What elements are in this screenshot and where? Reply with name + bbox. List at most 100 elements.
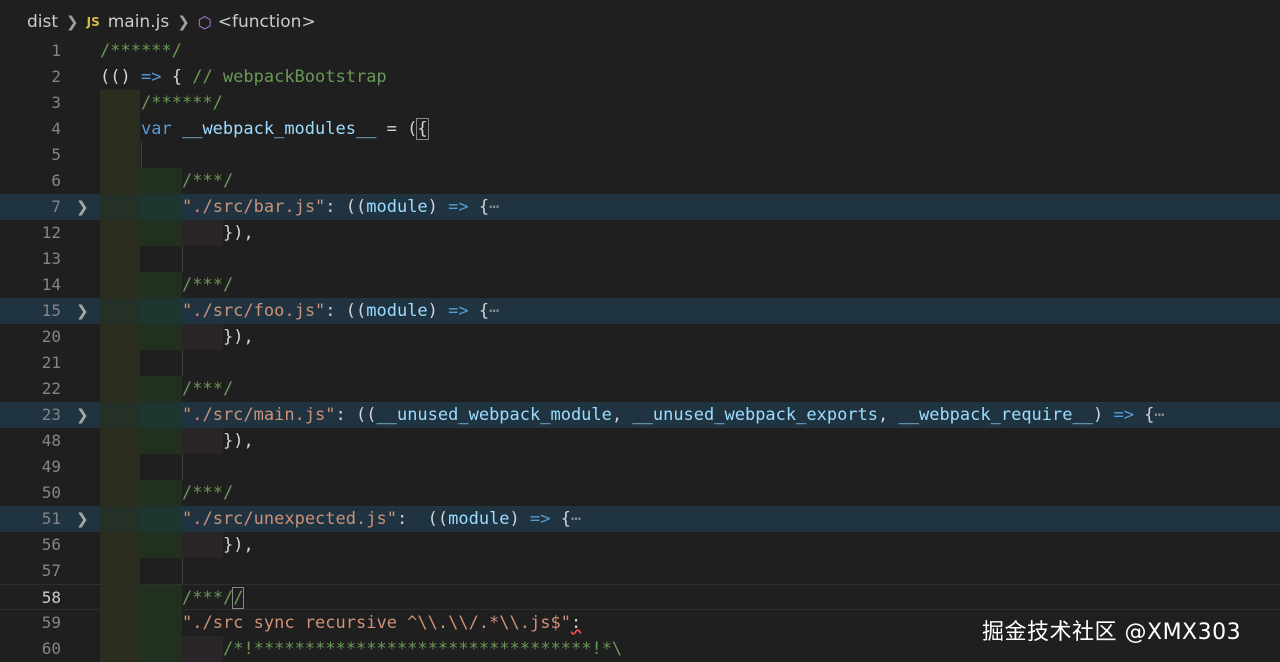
operator-token: = ( bbox=[376, 119, 418, 139]
indent-guide-band bbox=[140, 636, 182, 662]
code-line[interactable]: 48 }), bbox=[0, 428, 1280, 454]
code-line[interactable]: 23 ❯ "./src/main.js": ((__unused_webpack… bbox=[0, 402, 1280, 428]
code-line[interactable]: 13 bbox=[0, 246, 1280, 272]
punct-token: : (( bbox=[335, 405, 377, 425]
code-text: "./src/unexpected.js": ((module) => {⋯ bbox=[182, 506, 581, 532]
line-number: 5 bbox=[51, 145, 61, 164]
string-token: "./src/main.js" bbox=[182, 405, 336, 425]
code-line-current[interactable]: 58 /***// bbox=[0, 584, 1280, 611]
indent-guide-band bbox=[182, 636, 223, 662]
indent-guide-band bbox=[140, 376, 182, 402]
param-token: module bbox=[448, 509, 510, 529]
arrow-token: => bbox=[530, 509, 551, 529]
param-token: __webpack_require__ bbox=[898, 405, 1093, 425]
line-number: 20 bbox=[41, 327, 61, 346]
breadcrumb-file[interactable]: main.js bbox=[108, 12, 169, 32]
fold-chevron-icon[interactable]: ❯ bbox=[76, 506, 89, 532]
line-number: 6 bbox=[51, 171, 61, 190]
comment-token: /***/ bbox=[182, 483, 234, 503]
param-token: module bbox=[366, 301, 428, 321]
indent-guide-band bbox=[140, 220, 182, 246]
fold-chevron-icon[interactable]: ❯ bbox=[76, 194, 89, 220]
indent-guide bbox=[182, 246, 183, 272]
code-line[interactable]: 2 (() => { // webpackBootstrap bbox=[0, 64, 1280, 90]
param-token: module bbox=[366, 197, 428, 217]
line-number: 2 bbox=[51, 67, 61, 86]
collapsed-ellipsis[interactable]: ⋯ bbox=[489, 197, 499, 217]
comment-token: /******/ bbox=[141, 93, 223, 113]
indent-guide-band bbox=[182, 324, 223, 350]
comment-token: /******/ bbox=[100, 41, 182, 61]
code-line[interactable]: 51 ❯ "./src/unexpected.js": ((module) =>… bbox=[0, 506, 1280, 532]
indent-guide-band bbox=[140, 532, 182, 558]
code-line[interactable]: 1 /******/ bbox=[0, 38, 1280, 64]
code-text: (() => { // webpackBootstrap bbox=[100, 64, 387, 90]
indent-guide-band bbox=[100, 168, 140, 194]
comment-token: /***/ bbox=[182, 379, 234, 399]
code-line[interactable]: 56 }), bbox=[0, 532, 1280, 558]
breadcrumb-folder[interactable]: dist bbox=[27, 12, 58, 32]
indent-guide-band bbox=[100, 454, 140, 480]
fold-chevron-icon[interactable]: ❯ bbox=[76, 402, 89, 428]
indent-guide-band bbox=[100, 298, 140, 324]
indent-guide-band bbox=[140, 298, 182, 324]
line-number: 60 bbox=[41, 639, 61, 658]
arrow-token: => bbox=[448, 301, 469, 321]
arrow-token: => bbox=[1113, 405, 1134, 425]
code-text: var __webpack_modules__ = ({ bbox=[141, 116, 429, 142]
indent-guide-band bbox=[100, 558, 140, 584]
code-text: "./src/main.js": ((__unused_webpack_modu… bbox=[182, 402, 1165, 428]
brace-token: { bbox=[1133, 405, 1155, 425]
param-token: __unused_webpack_exports bbox=[632, 405, 879, 425]
code-line[interactable]: 49 bbox=[0, 454, 1280, 480]
code-text: "./src/foo.js": ((module) => {⋯ bbox=[182, 298, 499, 324]
code-line[interactable]: 4 var __webpack_modules__ = ({ bbox=[0, 116, 1280, 142]
punct-token: ) bbox=[427, 197, 449, 217]
collapsed-ellipsis[interactable]: ⋯ bbox=[489, 301, 499, 321]
code-text: "./src/bar.js": ((module) => {⋯ bbox=[182, 194, 499, 220]
line-number: 57 bbox=[41, 561, 61, 580]
line-number: 56 bbox=[41, 535, 61, 554]
code-line[interactable]: 20 }), bbox=[0, 324, 1280, 350]
watermark: 掘金技术社区 @XMX303 bbox=[982, 620, 1242, 645]
indent-guide-band bbox=[100, 246, 140, 272]
code-line[interactable]: 50 /***/ bbox=[0, 480, 1280, 506]
collapsed-ellipsis[interactable]: ⋯ bbox=[1154, 405, 1164, 425]
matched-bracket: { bbox=[416, 118, 429, 140]
indent-guide-band bbox=[140, 610, 182, 636]
indent-guide-band bbox=[100, 220, 140, 246]
code-line[interactable]: 12 }), bbox=[0, 220, 1280, 246]
code-line[interactable]: 15 ❯ "./src/foo.js": ((module) => {⋯ bbox=[0, 298, 1280, 324]
comment-token: /***/ bbox=[182, 588, 234, 608]
code-line[interactable]: 3 /******/ bbox=[0, 90, 1280, 116]
indent-guide-band bbox=[182, 428, 223, 454]
method-cube-icon: ⬡ bbox=[197, 12, 212, 32]
code-editor[interactable]: 1 /******/ 2 (() => { // webpackBootstra… bbox=[0, 38, 1280, 662]
breadcrumb-symbol[interactable]: <function> bbox=[218, 12, 316, 32]
indent-guide-band bbox=[100, 350, 140, 376]
string-token: "./src/unexpected.js" bbox=[182, 509, 397, 529]
indent-guide-band bbox=[100, 636, 140, 662]
code-line[interactable]: 5 bbox=[0, 142, 1280, 168]
code-line[interactable]: 7 ❯ "./src/bar.js": ((module) => {⋯ bbox=[0, 194, 1280, 220]
code-line[interactable]: 22 /***/ bbox=[0, 376, 1280, 402]
indent-guide-band bbox=[140, 402, 182, 428]
comment-token: /*!*********************************!*\ bbox=[223, 639, 623, 659]
punct-token: : (( bbox=[396, 509, 449, 529]
error-squiggle[interactable]: : bbox=[571, 613, 581, 633]
code-line[interactable]: 57 bbox=[0, 558, 1280, 584]
code-line[interactable]: 6 /***/ bbox=[0, 168, 1280, 194]
identifier-token: __webpack_modules__ bbox=[181, 119, 377, 139]
paren-token: (() bbox=[100, 67, 131, 87]
line-number: 50 bbox=[41, 483, 61, 502]
line-number: 22 bbox=[41, 379, 61, 398]
indent-guide-band bbox=[140, 168, 182, 194]
line-number: 4 bbox=[51, 119, 61, 138]
collapsed-ellipsis[interactable]: ⋯ bbox=[571, 509, 581, 529]
code-line[interactable]: 14 /***/ bbox=[0, 272, 1280, 298]
indent-guide-band bbox=[140, 272, 182, 298]
indent-guide-band bbox=[100, 142, 140, 168]
brace-token: { bbox=[550, 509, 571, 529]
code-line[interactable]: 21 bbox=[0, 350, 1280, 376]
fold-chevron-icon[interactable]: ❯ bbox=[76, 298, 89, 324]
